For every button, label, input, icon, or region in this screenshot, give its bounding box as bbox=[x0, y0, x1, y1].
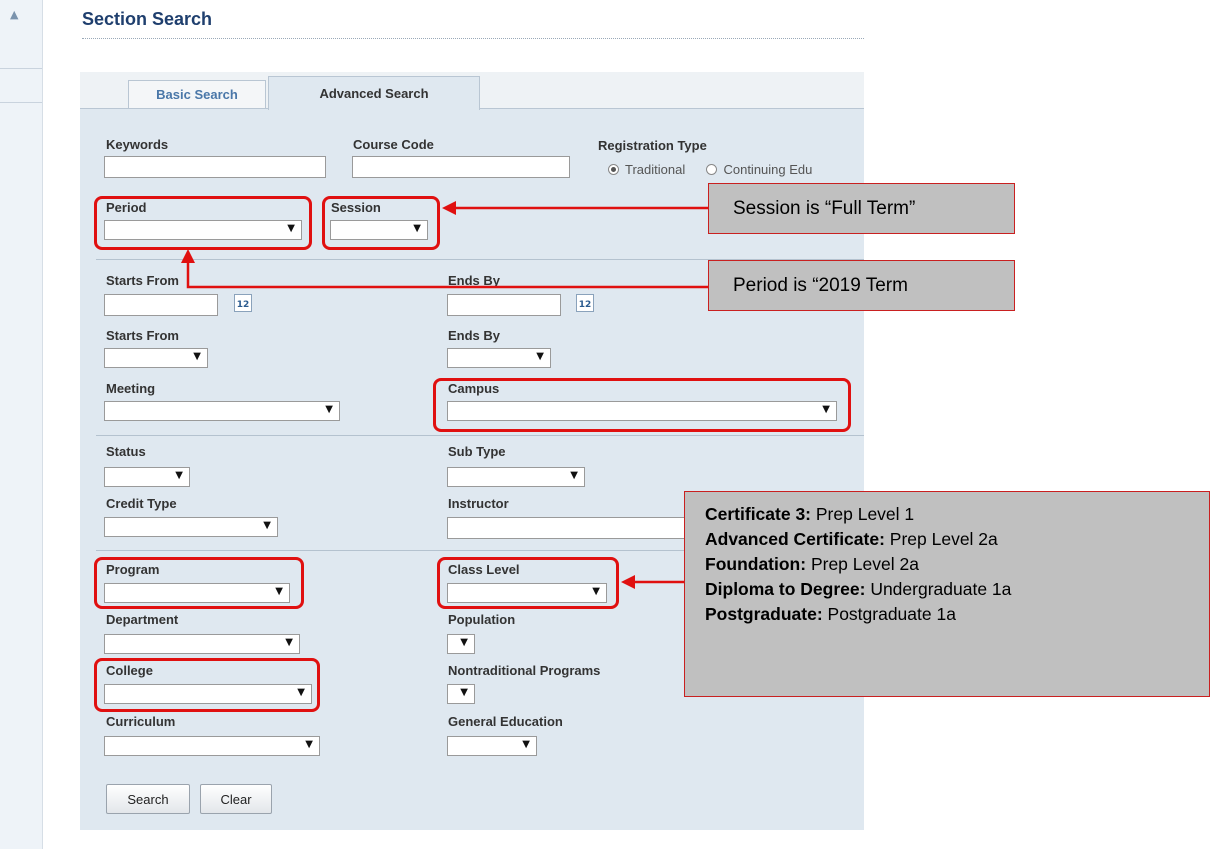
callout-level: Prep Level 2a bbox=[806, 554, 919, 574]
period-arrow-head bbox=[181, 249, 195, 263]
callout-line: Advanced Certificate: Prep Level 2a bbox=[705, 527, 1209, 552]
callout-term: Certificate 3: bbox=[705, 504, 812, 524]
callout-term: Diploma to Degree: bbox=[705, 579, 866, 599]
callout-line: Postgraduate: Postgraduate 1a bbox=[705, 602, 1209, 627]
callout-term: Foundation: bbox=[705, 554, 807, 574]
callout-term: Advanced Certificate: bbox=[705, 529, 885, 549]
annotation-arrows bbox=[181, 201, 708, 589]
period-callout-text: Period is “2019 Term bbox=[733, 274, 908, 296]
class-level-arrow-head bbox=[621, 575, 635, 589]
class-level-callout: Certificate 3: Prep Level 1 Advanced Cer… bbox=[684, 491, 1210, 697]
period-callout: Period is “2019 Term bbox=[708, 260, 1015, 311]
callout-level: Undergraduate 1a bbox=[865, 579, 1012, 599]
callout-line: Foundation: Prep Level 2a bbox=[705, 552, 1209, 577]
callout-line: Certificate 3: Prep Level 1 bbox=[705, 502, 1209, 527]
session-callout: Session is “Full Term” bbox=[708, 183, 1015, 234]
callout-line: Diploma to Degree: Undergraduate 1a bbox=[705, 577, 1209, 602]
callout-level: Postgraduate 1a bbox=[822, 604, 956, 624]
callout-level: Prep Level 1 bbox=[811, 504, 915, 524]
callout-term: Postgraduate: bbox=[705, 604, 823, 624]
session-arrow-head bbox=[442, 201, 456, 215]
callout-level: Prep Level 2a bbox=[884, 529, 998, 549]
period-arrow-line bbox=[186, 262, 708, 289]
session-callout-text: Session is “Full Term” bbox=[733, 197, 916, 219]
